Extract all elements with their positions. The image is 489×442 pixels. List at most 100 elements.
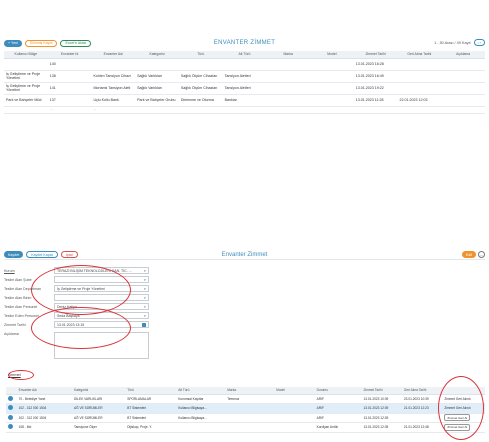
table-row[interactable]: 140 13.01.2023 16:28: [4, 58, 485, 71]
row-info-icon[interactable]: [8, 424, 13, 430]
column-header[interactable]: [6, 387, 17, 395]
form-field[interactable]: İş Geliştirme ve Proje Yönetimi ⌕: [54, 285, 149, 292]
table-cell: [176, 422, 226, 433]
column-header[interactable]: Envanter Id: [47, 51, 92, 59]
table-cell: [441, 82, 485, 95]
table-cell: ARIF: [314, 394, 362, 404]
action-cell: Zimmet Geri Alındı: [442, 403, 485, 414]
row-info-icon[interactable]: [8, 405, 13, 411]
column-header[interactable]: Marka: [266, 51, 311, 59]
table-row[interactable]: 102 - 312 000 1504 AĞ VE SÜRÜMLER BT Siste…: [6, 413, 485, 423]
column-header[interactable]: Envanter Adı: [16, 387, 72, 395]
column-header[interactable]: Geri Alma Tarihi: [397, 51, 442, 59]
table-cell: SPORLAMALAR: [125, 394, 177, 404]
column-header[interactable]: Kategorisi: [71, 387, 126, 395]
column-header[interactable]: Geri Alma Tarihi: [401, 387, 443, 395]
table-row[interactable]: İş Geliştirme ve Proje Yönetimi 141 Mortam…: [4, 82, 485, 95]
table-cell: 13.01.2023 19:22: [353, 82, 398, 95]
form-field[interactable]: ⌕: [54, 294, 149, 301]
search-icon[interactable]: ⌕: [144, 277, 146, 282]
table-cell: ...: [91, 106, 136, 114]
table-cell: AĞ VE SÜRÜMLER: [71, 403, 126, 414]
column-header[interactable]: Durumu: [314, 387, 362, 395]
return-zimmet-button[interactable]: Zimmet Geri Al: [444, 423, 471, 431]
table-row[interactable]: 70 - Belediye Yanıt DİLEK VARLIKLARI SPORL…: [6, 394, 485, 404]
column-header[interactable]: Kullanıcı Bölge: [4, 51, 48, 59]
column-header[interactable]: Model: [310, 51, 354, 59]
column-header[interactable]: Model: [274, 387, 315, 395]
table-cell: 13.01.2023 12:39: [361, 403, 402, 414]
edit-button[interactable]: Edit: [461, 251, 476, 258]
minus-icon[interactable]: –: [478, 251, 485, 258]
column-header[interactable]: [442, 387, 485, 395]
table-row[interactable]: Park ve Bahçeler Müd. 137 Uçlu Kollu Bank P…: [4, 94, 485, 107]
table-cell: Tansiyone Ölçer: [71, 422, 126, 433]
table-cell: ARIF: [314, 403, 362, 414]
column-header[interactable]: Zimmet Tarihi: [353, 51, 398, 59]
calendar-icon[interactable]: [142, 322, 146, 327]
table-row[interactable]: 102 - 312 000 1504 AĞ VE SÜRÜMLER BT Siste…: [6, 403, 485, 414]
column-header[interactable]: Kategorisi: [135, 51, 179, 59]
column-header[interactable]: Türü: [178, 51, 223, 59]
form-field[interactable]: ⌕: [54, 276, 149, 283]
table-cell: [401, 413, 443, 423]
row-number-cell: [6, 413, 17, 423]
search-icon[interactable]: ⌕: [144, 304, 146, 309]
table-cell: Tansiyon Aletleri: [222, 70, 267, 83]
search-icon[interactable]: ⌕: [144, 313, 146, 318]
column-header[interactable]: Marka: [225, 387, 275, 395]
table-cell: 13.01.2023 11:28: [353, 94, 398, 107]
table-cell: [91, 58, 136, 71]
search-icon[interactable]: ⌕: [144, 268, 146, 273]
table-cell: DİLEK VARLIKLARI: [71, 394, 126, 404]
form-row: Zimmet Tarihi 13.01.2023 13:15: [4, 320, 485, 329]
return-zimmet-button[interactable]: Zimmet Geri Al: [444, 414, 471, 422]
save-close-button[interactable]: Kaydet Kapat: [26, 251, 58, 258]
table-cell: [441, 106, 485, 114]
cancel-button[interactable]: İptal: [60, 251, 78, 258]
column-header[interactable]: Zimmet Tarihi: [361, 387, 402, 395]
table-cell: [4, 106, 48, 114]
table-cell: Sağlık Varlıkları: [135, 82, 179, 95]
form-row: Açıklama: [4, 332, 485, 364]
table-row[interactable]: 108 - Md Tansiyone Ölçer Dijiskop, Proje. …: [6, 422, 485, 433]
table-cell: Dijiskop, Proje. Y.: [125, 422, 177, 433]
field-value: Deniz Hatipn: [57, 304, 78, 309]
field-label: Teslim Alan Şube: [4, 277, 32, 282]
table-cell: 138: [47, 70, 92, 83]
column-header[interactable]: Alt Türü: [222, 51, 267, 59]
tab-zimmet[interactable]: Zimmet: [8, 373, 21, 377]
row-info-icon[interactable]: [8, 414, 13, 420]
search-icon[interactable]: ⌕: [144, 286, 146, 291]
new-button[interactable]: + Yeni: [4, 39, 22, 47]
row-info-icon[interactable]: [8, 395, 13, 401]
column-header[interactable]: Envanter Adı: [91, 51, 136, 59]
form-field[interactable]: TERAZİ BİLİŞİM TEKNOLOJİLERİ SAN. TİC. .…: [54, 267, 149, 274]
pager-prev-next[interactable]: ‹ ›: [473, 39, 485, 46]
table-cell: [353, 106, 398, 114]
column-header[interactable]: Türü: [125, 387, 177, 395]
export-excel-button[interactable]: Excel'e Aktar: [60, 39, 92, 47]
form-field[interactable]: Deniz Hatipn ⌕: [54, 303, 149, 310]
pager: 1 - 50 Arası / 49 Kayıt ‹ ›: [434, 39, 485, 46]
table-cell: [274, 422, 315, 433]
field-label: Kurum: [4, 268, 15, 273]
table-cell: AĞ VE SÜRÜMLER: [71, 413, 126, 423]
table-row[interactable]: İş Geliştirme ve Proje Yönetimi 138 Kohlen…: [4, 70, 485, 83]
table-cell: [266, 58, 311, 71]
table-cell: [397, 58, 442, 71]
save-button[interactable]: Kaydet: [4, 251, 24, 258]
action-cell: Zimmet Geri Alındı: [442, 394, 485, 404]
column-header[interactable]: Alt Türü: [176, 387, 226, 395]
column-header[interactable]: Açıklama: [441, 51, 485, 59]
return-zimmet-button[interactable]: Zimmet Geri Alındı: [444, 406, 470, 410]
form-toolbar: Kaydet Kaydet Kapat İptal Envanter Zimme…: [4, 250, 485, 260]
form-field[interactable]: Seda Başkaya ⌕: [54, 312, 149, 319]
form-field[interactable]: 13.01.2023 13:15: [54, 321, 149, 328]
return-zimmet-button[interactable]: Zimmet Geri Alındı: [444, 397, 470, 401]
description-textarea[interactable]: [54, 332, 149, 359]
table-row[interactable]: ......: [4, 106, 485, 114]
search-icon[interactable]: ⌕: [144, 295, 146, 300]
deleted-records-button[interactable]: Silinmiş Kaydı: [24, 39, 58, 47]
table-cell: Park ve Bahçeler Grubu: [135, 94, 179, 107]
